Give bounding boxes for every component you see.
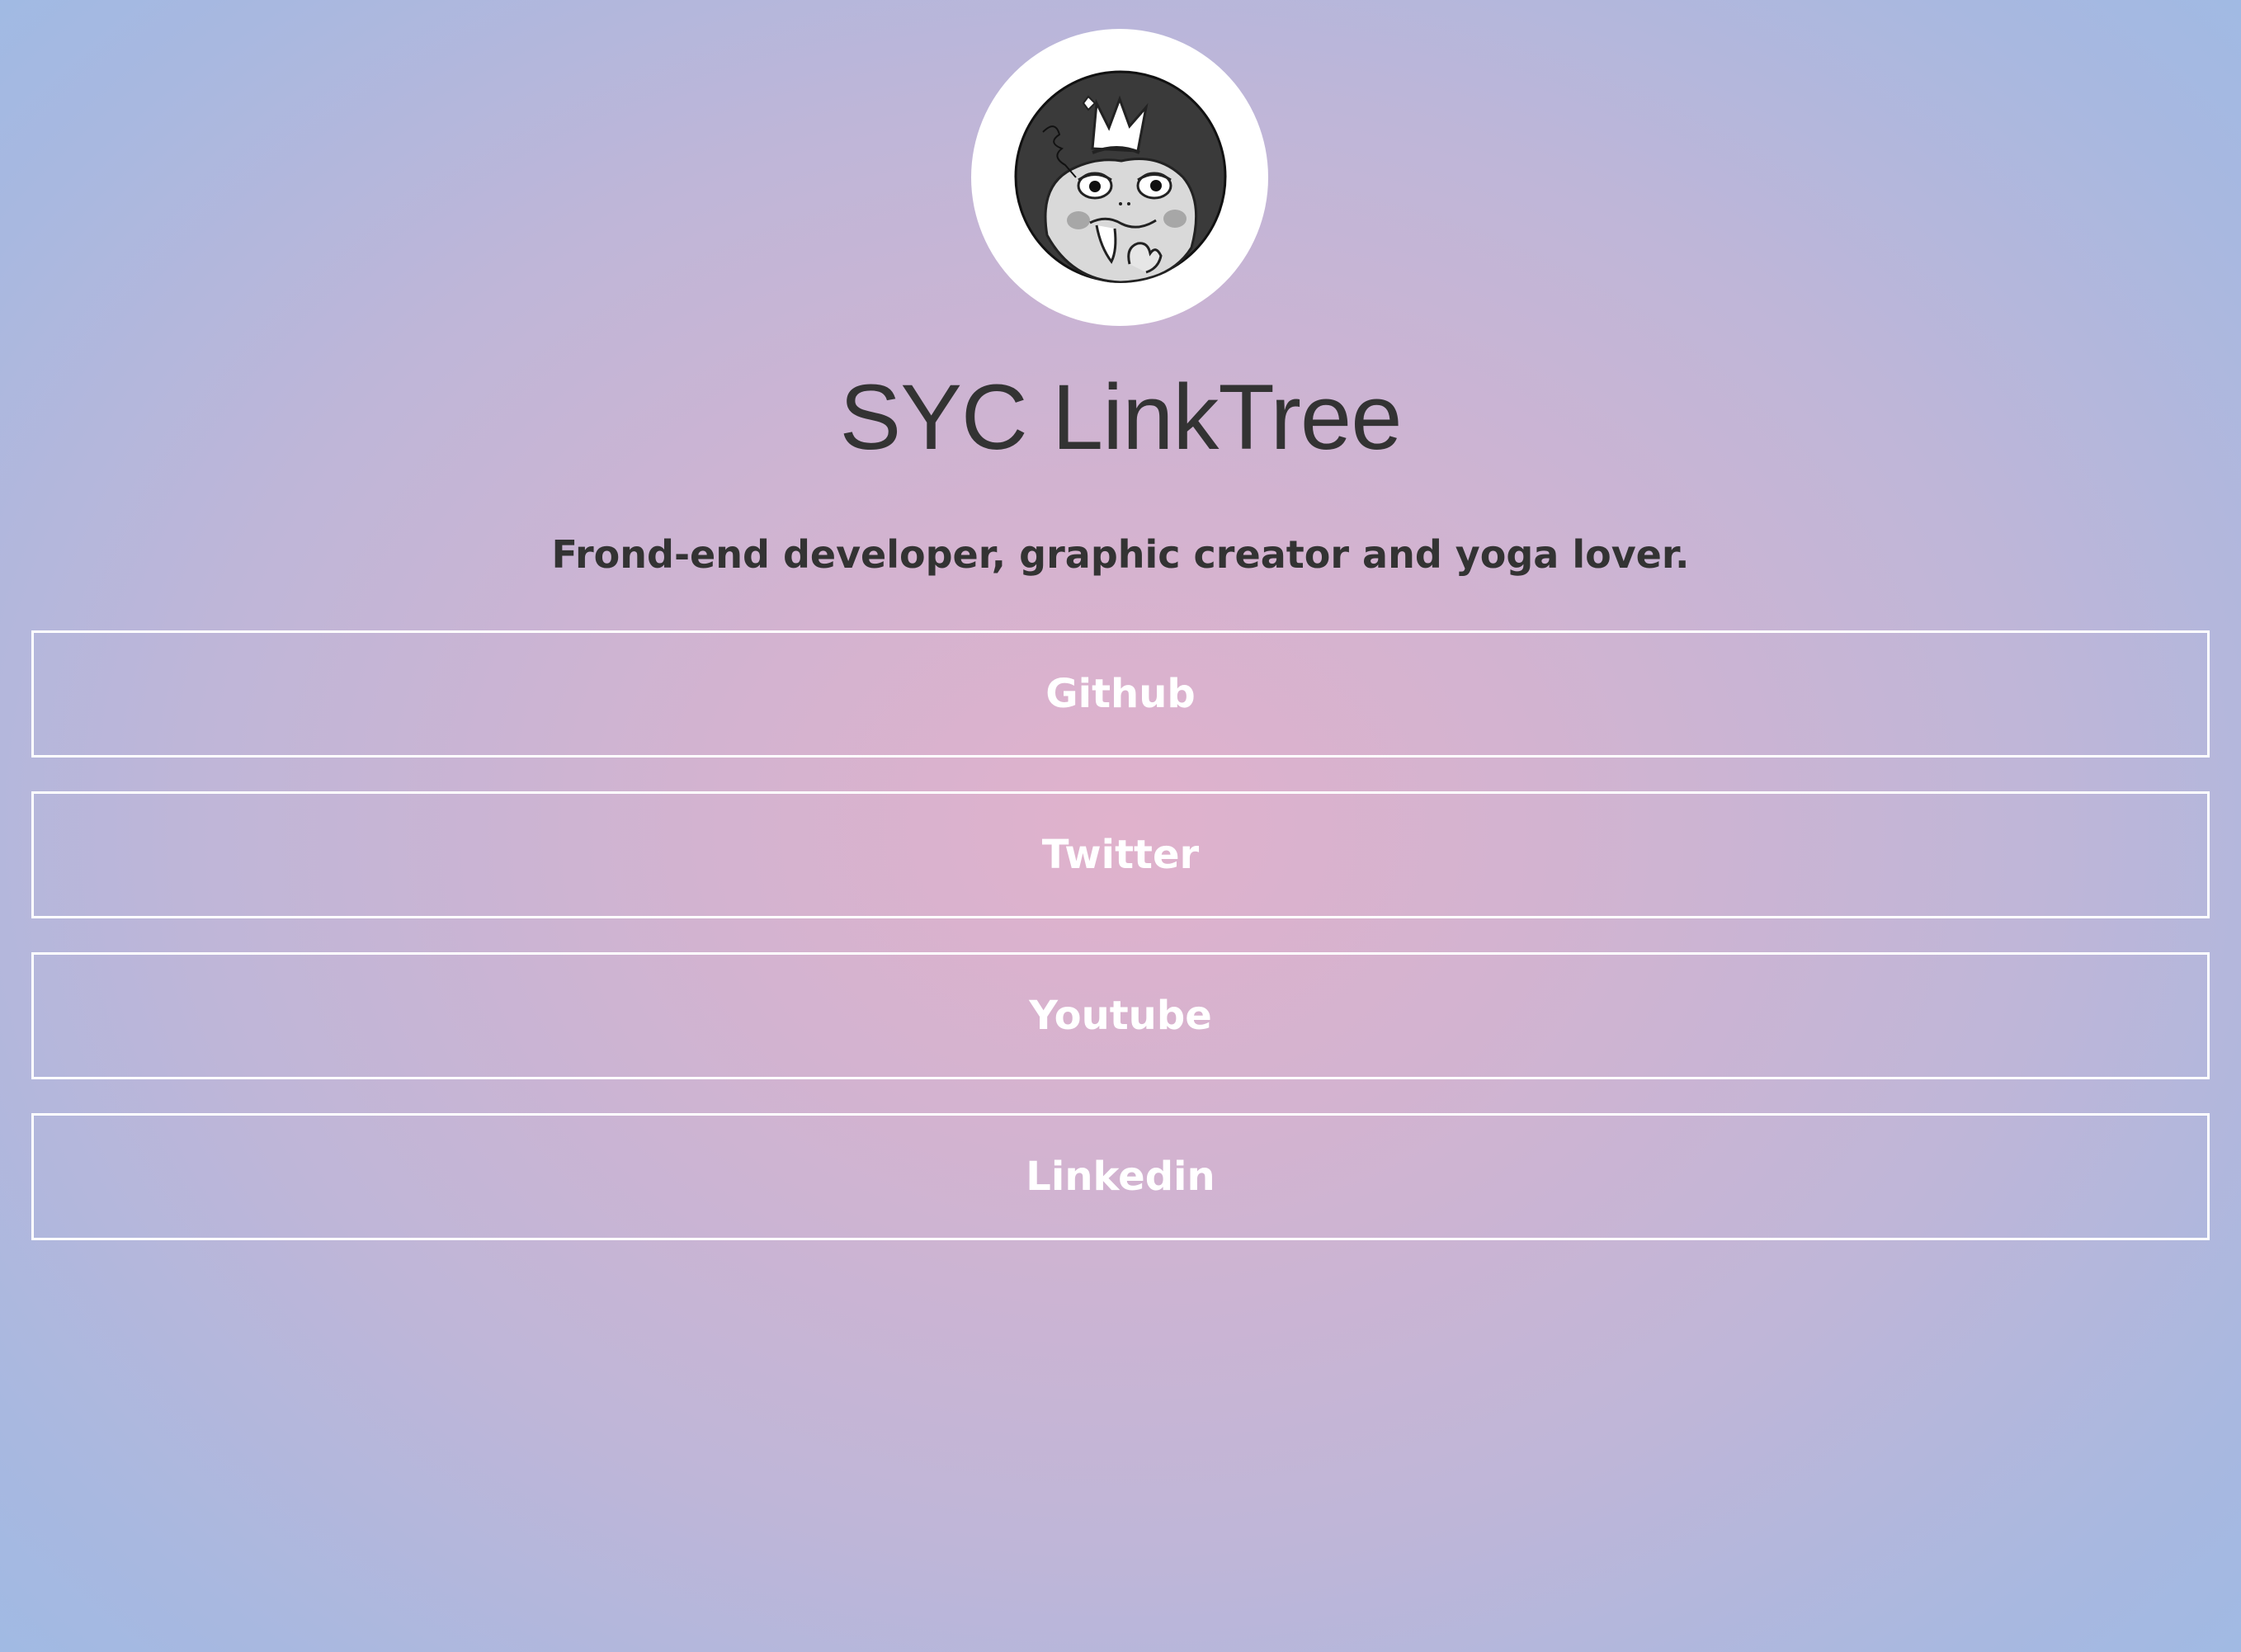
- link-list: Github Twitter Youtube Linkedin: [31, 630, 2210, 1274]
- linktree-page: SYC LinkTree Frond-end developer, graphi…: [0, 0, 2241, 1652]
- github-link-button[interactable]: Github: [31, 630, 2210, 758]
- page-title: SYC LinkTree: [839, 366, 1403, 469]
- frog-with-crown-avatar-icon: [1014, 70, 1227, 283]
- twitter-link-button[interactable]: Twitter: [31, 791, 2210, 918]
- youtube-link-button[interactable]: Youtube: [31, 952, 2210, 1079]
- avatar: [1014, 70, 1227, 283]
- profile-tagline: Frond-end developer, graphic creator and…: [551, 532, 1690, 577]
- linkedin-link-button[interactable]: Linkedin: [31, 1113, 2210, 1240]
- avatar-ring: [971, 29, 1268, 326]
